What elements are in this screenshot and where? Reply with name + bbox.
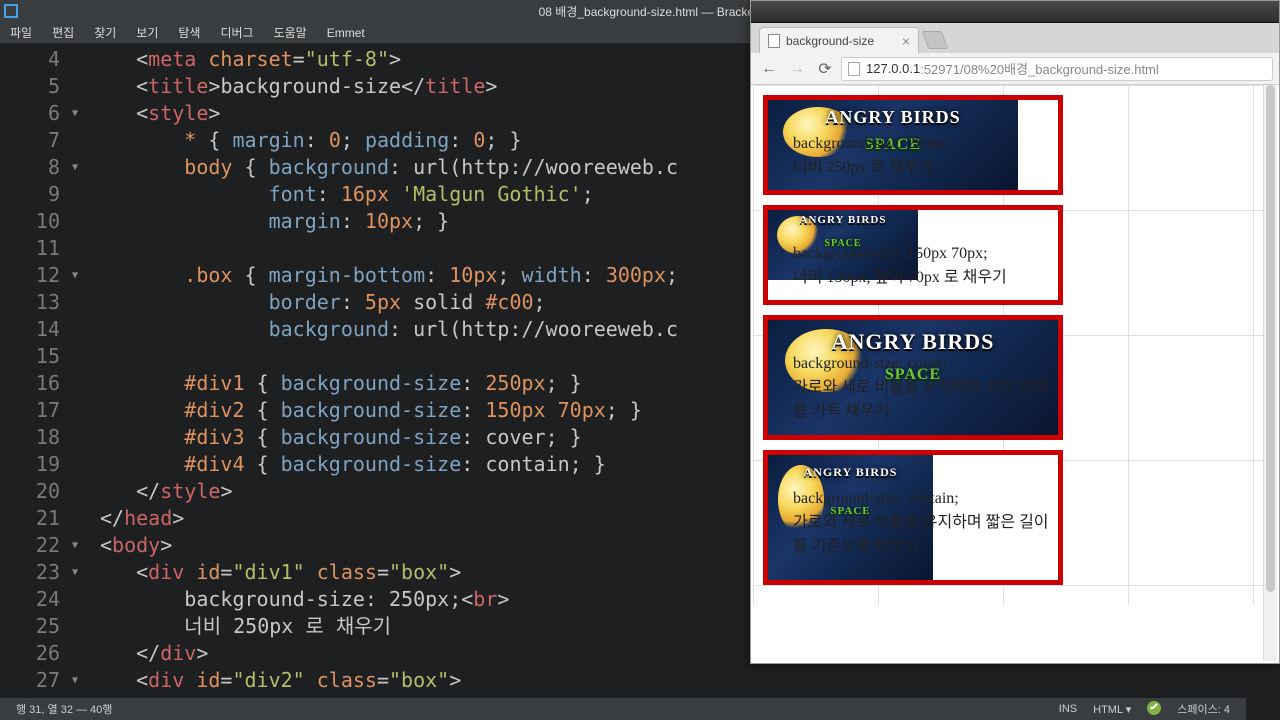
line-number-gutter: 456▼78▼9101112▼13141516171819202122▼23▼2… — [0, 44, 70, 698]
status-bar: 행 31, 열 32 — 40행 INS HTML ▾ 스페이스: 4 — [0, 698, 1246, 720]
insert-mode[interactable]: INS — [1051, 703, 1085, 715]
new-tab-button[interactable] — [922, 31, 949, 49]
scrollbar-thumb[interactable] — [1266, 85, 1275, 592]
preview-box-div3: ANGRY BIRDSSPACE background-size: cover;… — [763, 315, 1063, 440]
menu-emmet[interactable]: Emmet — [317, 26, 375, 40]
browser-viewport[interactable]: ANGRY BIRDSSPACE background-size: 250px;… — [753, 85, 1263, 661]
url-path: :52971/08%20배경_background-size.html — [920, 59, 1159, 78]
browser-tab-active[interactable]: background-size × — [759, 27, 919, 53]
browser-tab-strip: background-size × — [751, 23, 1279, 53]
tab-close-icon[interactable]: × — [902, 33, 910, 49]
live-preview-browser: background-size × ← → ⟳ 127.0.0.1:52971/… — [750, 0, 1280, 664]
code-editor[interactable]: 456▼78▼9101112▼13141516171819202122▼23▼2… — [0, 44, 750, 698]
menu-file[interactable]: 파일 — [0, 24, 42, 41]
menu-debug[interactable]: 디버그 — [210, 24, 263, 41]
code-content[interactable]: <meta charset="utf-8"> <title>background… — [70, 44, 750, 698]
preview-box-div4: ANGRY BIRDSSPACE background-size: contai… — [763, 450, 1063, 585]
lint-status-icon[interactable] — [1139, 701, 1169, 718]
browser-scrollbar[interactable] — [1263, 85, 1277, 661]
menu-find[interactable]: 찾기 — [84, 24, 126, 41]
browser-address-bar[interactable]: 127.0.0.1:52971/08%20배경_background-size.… — [841, 57, 1273, 81]
page-icon — [848, 62, 860, 76]
menu-view[interactable]: 보기 — [126, 24, 168, 41]
menu-edit[interactable]: 편집 — [42, 24, 84, 41]
browser-back-button[interactable]: ← — [757, 57, 781, 81]
browser-toolbar: ← → ⟳ 127.0.0.1:52971/08%20배경_background… — [751, 53, 1279, 85]
app-icon — [0, 0, 22, 22]
tab-title: background-size — [786, 34, 874, 48]
url-host: 127.0.0.1 — [866, 61, 920, 76]
browser-window-frame — [751, 1, 1279, 23]
menu-navigate[interactable]: 탐색 — [168, 24, 210, 41]
browser-reload-button[interactable]: ⟳ — [813, 57, 837, 81]
indent-setting[interactable]: 스페이스: 4 — [1169, 701, 1238, 717]
menu-help[interactable]: 도움말 — [264, 24, 317, 41]
preview-box-div2: ANGRY BIRDSSPACE background-size: 150px … — [763, 205, 1063, 305]
browser-forward-button[interactable]: → — [785, 57, 809, 81]
page-icon — [768, 34, 780, 48]
language-mode[interactable]: HTML ▾ — [1085, 703, 1139, 716]
preview-box-div1: ANGRY BIRDSSPACE background-size: 250px;… — [763, 95, 1063, 195]
cursor-position[interactable]: 행 31, 열 32 — 40행 — [8, 701, 120, 717]
